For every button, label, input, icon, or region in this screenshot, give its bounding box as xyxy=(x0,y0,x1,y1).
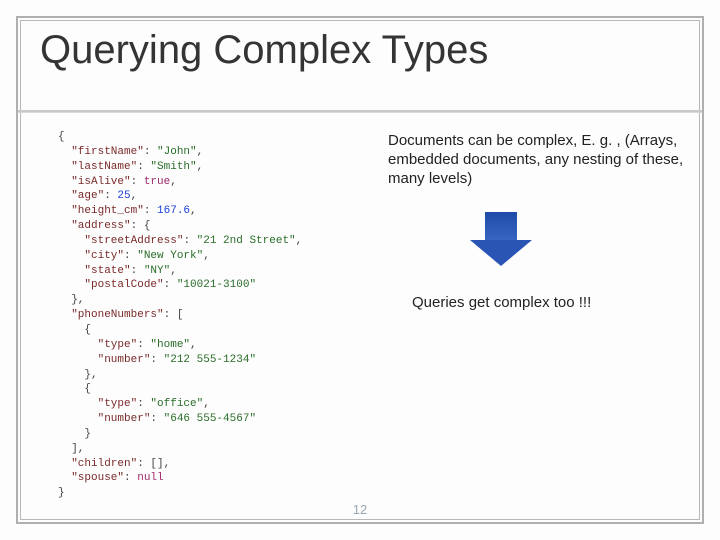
note-queries-complex: Queries get complex too !!! xyxy=(412,294,702,311)
slide-title: Querying Complex Types xyxy=(40,28,680,73)
json-code-block: { "firstName": "John", "lastName": "Smit… xyxy=(58,130,368,501)
page-number: 12 xyxy=(0,502,720,517)
arrow-down-icon xyxy=(470,212,530,268)
slide: Querying Complex Types { "firstName": "J… xyxy=(0,0,720,540)
note-complex-documents: Documents can be complex, E. g. , (Array… xyxy=(388,132,688,188)
title-underline xyxy=(18,110,702,113)
